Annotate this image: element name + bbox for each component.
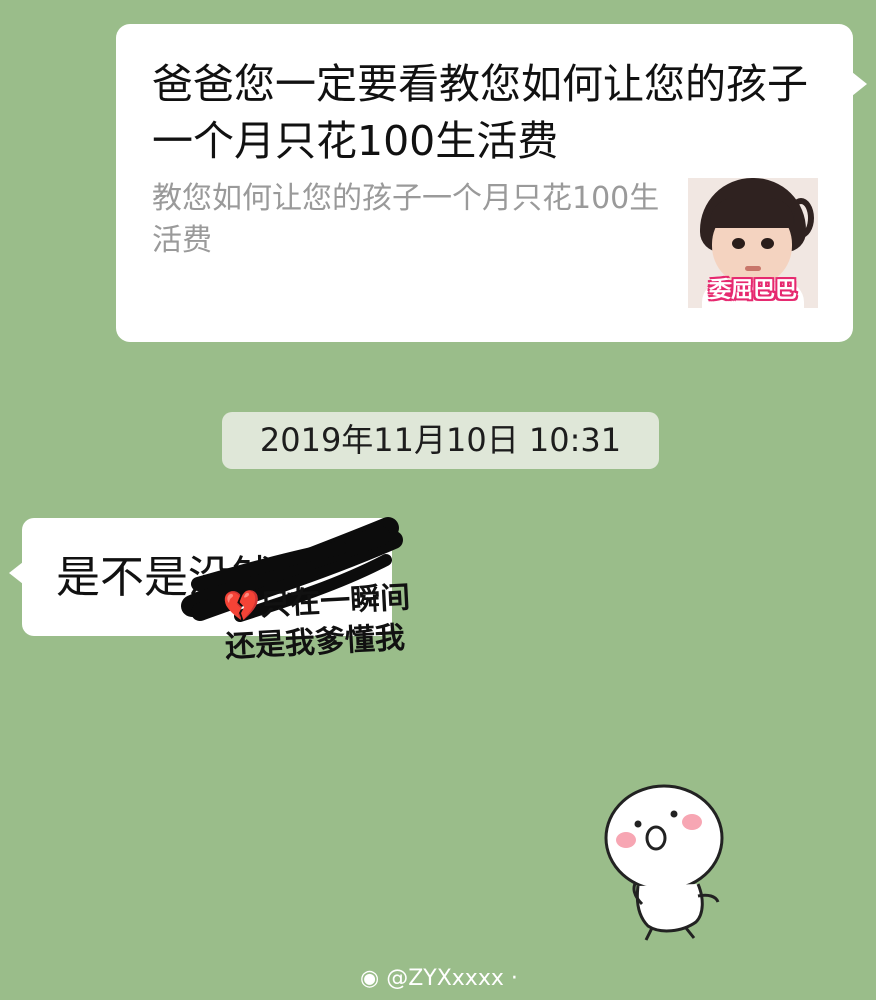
overlay-caption: 💔只在一瞬间 还是我爹懂我: [222, 575, 466, 667]
watermark-dot: ·: [503, 966, 518, 991]
link-card-title: 爸爸您一定要看教您如何让您的孩子一个月只花100生活费: [152, 60, 808, 165]
weibo-icon: ◉: [360, 966, 380, 991]
watermark: ◉ @ZYXxxxx ·: [360, 966, 518, 991]
thumbnail-bangs: [710, 198, 794, 228]
link-card-thumbnail: 委屈巴巴: [688, 178, 818, 308]
bubble-tail-left: [9, 562, 23, 584]
link-card-description: 教您如何让您的孩子一个月只花100生活费: [152, 181, 660, 258]
sticker-round-face: [604, 784, 724, 941]
shared-link-card[interactable]: 爸爸您一定要看教您如何让您的孩子一个月只花100生活费 教您如何让您的孩子一个月…: [116, 24, 867, 342]
watermark-text: @ZYXxxxx: [386, 966, 504, 991]
bubble-tail-right: [852, 72, 867, 96]
thumbnail-caption: 委屈巴巴: [708, 278, 797, 303]
message-timestamp: 2019年11月10日 10:31: [222, 412, 659, 469]
broken-heart-icon: 💔: [222, 588, 262, 625]
thumbnail-right-eye: [761, 238, 774, 249]
thumbnail-left-eye: [732, 238, 745, 249]
thumbnail-mouth: [745, 266, 761, 271]
